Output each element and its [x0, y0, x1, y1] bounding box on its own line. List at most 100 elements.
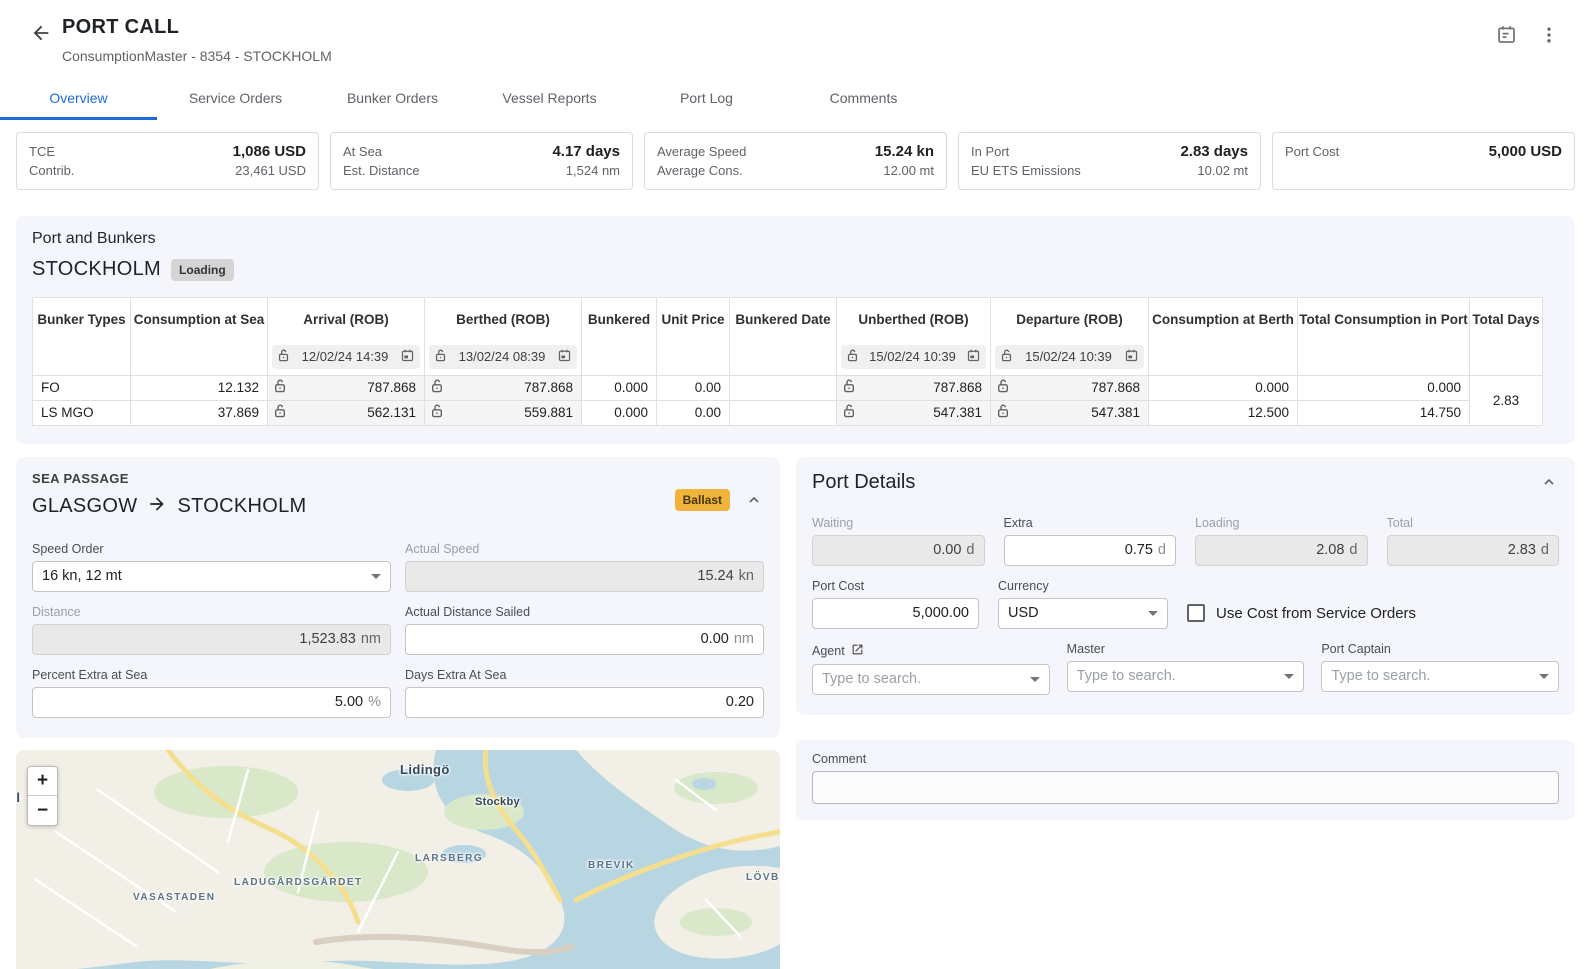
days-extra-at-sea-input[interactable]: 0.20: [405, 687, 764, 718]
master-placeholder: Type to search.: [1077, 668, 1176, 684]
arrival-datetime: 12/02/24 14:39: [294, 349, 396, 364]
actual-distance-sailed-unit: nm: [734, 631, 754, 647]
col-header-total-days: Total Days: [1470, 298, 1543, 376]
dropdown-arrow-icon: [371, 574, 381, 579]
lock-open-icon[interactable]: [274, 379, 286, 396]
arrival-datetime-picker[interactable]: 12/02/24 14:39: [272, 345, 420, 369]
map-zoom-out-button[interactable]: −: [28, 796, 57, 825]
calendar-button[interactable]: [1494, 22, 1519, 47]
back-button[interactable]: [26, 18, 56, 51]
days-extra-at-sea-label: Days Extra At Sea: [405, 668, 764, 682]
kpi-subvalue: 1,524 nm: [566, 161, 620, 180]
chevron-up-icon: [746, 496, 762, 511]
collapse-port-details-button[interactable]: [1539, 472, 1559, 492]
extra-input[interactable]: 0.75 d: [1004, 535, 1177, 566]
berthed-rob-value: 787.868: [524, 380, 573, 395]
kpi-at-sea: At Sea4.17 days Est. Distance1,524 nm: [330, 132, 633, 190]
speed-order-value: 16 kn, 12 mt: [42, 568, 122, 584]
lock-open-icon[interactable]: [431, 404, 443, 421]
kebab-menu-icon: [1539, 33, 1559, 48]
col-header-unit-price: Unit Price: [657, 298, 730, 376]
more-options-button[interactable]: [1537, 23, 1561, 47]
waiting-field: 0.00 d: [812, 535, 985, 566]
calendar-icon: [1496, 33, 1517, 48]
total-field: 2.83 d: [1387, 535, 1560, 566]
speed-order-select[interactable]: 16 kn, 12 mt: [32, 561, 391, 592]
kpi-row: TCE1,086 USD Contrib.23,461 USD At Sea4.…: [16, 132, 1575, 190]
agent-search-select[interactable]: Type to search.: [812, 664, 1050, 695]
tab-overview[interactable]: Overview: [0, 78, 157, 120]
waiting-value: 0.00: [933, 542, 961, 558]
actual-distance-sailed-input[interactable]: 0.00 nm: [405, 624, 764, 655]
lock-open-icon[interactable]: [274, 404, 286, 421]
app-bar: PORT CALL ConsumptionMaster - 8354 - STO…: [0, 0, 1591, 64]
calendar-icon: [558, 349, 571, 365]
port-cost-label: Port Cost: [812, 579, 979, 593]
kpi-label: TCE: [29, 142, 55, 161]
lock-open-icon: [1001, 349, 1012, 365]
tab-service-orders[interactable]: Service Orders: [157, 78, 314, 120]
distance-unit: nm: [361, 631, 381, 647]
unberthed-rob-value: 787.868: [933, 380, 982, 395]
lock-open-icon[interactable]: [843, 379, 855, 396]
kpi-subvalue: 12.00 mt: [883, 161, 934, 180]
port-captain-search-select[interactable]: Type to search.: [1321, 661, 1559, 692]
total-label: Total: [1387, 516, 1560, 530]
bunker-type: FO: [33, 375, 131, 400]
port-and-bunkers-title: Port and Bunkers: [32, 230, 1559, 248]
comment-input[interactable]: [812, 771, 1559, 804]
unberthed-datetime-picker[interactable]: 15/02/24 10:39: [841, 345, 986, 369]
port-cost-input[interactable]: 5,000.00: [812, 598, 979, 629]
map-label-vasastaden: VASASTADEN: [133, 892, 215, 903]
waiting-unit: d: [966, 542, 974, 558]
col-header-consumption-at-berth: Consumption at Berth: [1149, 298, 1298, 376]
col-header-departure-rob: Departure (ROB): [991, 298, 1149, 345]
external-link-icon[interactable]: [851, 643, 864, 659]
bunkered-date-value: [730, 375, 837, 400]
tab-bar: Overview Service Orders Bunker Orders Ve…: [0, 78, 1591, 120]
percent-extra-at-sea-input[interactable]: 5.00 %: [32, 687, 391, 718]
actual-speed-unit: kn: [739, 568, 754, 584]
lock-open-icon[interactable]: [843, 404, 855, 421]
master-search-select[interactable]: Type to search.: [1067, 661, 1305, 692]
tab-bunker-orders[interactable]: Bunker Orders: [314, 78, 471, 120]
unit-price-value: 0.00: [657, 400, 730, 425]
departure-datetime-picker[interactable]: 15/02/24 10:39: [995, 345, 1144, 369]
port-details-title: Port Details: [812, 471, 915, 494]
lock-open-icon[interactable]: [431, 379, 443, 396]
bunker-type: LS MGO: [33, 400, 131, 425]
waiting-label: Waiting: [812, 516, 985, 530]
tab-comments[interactable]: Comments: [785, 78, 942, 120]
page-title: PORT CALL: [62, 16, 332, 39]
bunkered-value: 0.000: [582, 375, 657, 400]
port-cost-value: 5,000.00: [913, 605, 969, 621]
use-cost-checkbox[interactable]: [1187, 604, 1205, 622]
distance-field: 1,523.83 nm: [32, 624, 391, 655]
col-header-bunkered: Bunkered: [582, 298, 657, 376]
bunkers-table: Bunker Types Consumption at Sea Arrival …: [32, 297, 1543, 426]
kpi-sublabel: Average Cons.: [657, 161, 743, 180]
lock-open-icon[interactable]: [997, 379, 1009, 396]
port-map[interactable]: Lidingö Stockby LARSBERG BREVIK LÖVBERG …: [16, 750, 780, 969]
col-header-arrival-rob: Arrival (ROB): [268, 298, 425, 345]
currency-select[interactable]: USD: [998, 598, 1168, 629]
percent-extra-value: 5.00: [335, 694, 363, 710]
kpi-label: Port Cost: [1285, 142, 1339, 161]
lock-open-icon: [435, 349, 446, 365]
loading-unit: d: [1349, 542, 1357, 558]
map-zoom-in-button[interactable]: +: [28, 767, 57, 796]
col-header-unberthed-rob: Unberthed (ROB): [837, 298, 991, 345]
currency-value: USD: [1008, 605, 1039, 621]
tab-port-log[interactable]: Port Log: [628, 78, 785, 120]
kpi-average-speed: Average Speed15.24 kn Average Cons.12.00…: [644, 132, 947, 190]
port-captain-label: Port Captain: [1321, 642, 1559, 656]
actual-distance-sailed-value: 0.00: [701, 631, 729, 647]
berthed-datetime-picker[interactable]: 13/02/24 08:39: [429, 345, 577, 369]
collapse-sea-passage-button[interactable]: [744, 490, 764, 510]
loading-value: 2.08: [1316, 542, 1344, 558]
departure-rob-value: 787.868: [1091, 380, 1140, 395]
tab-vessel-reports[interactable]: Vessel Reports: [471, 78, 628, 120]
map-label-larsberg: LARSBERG: [415, 853, 483, 864]
lock-open-icon[interactable]: [997, 404, 1009, 421]
col-header-berthed-rob: Berthed (ROB): [425, 298, 582, 345]
